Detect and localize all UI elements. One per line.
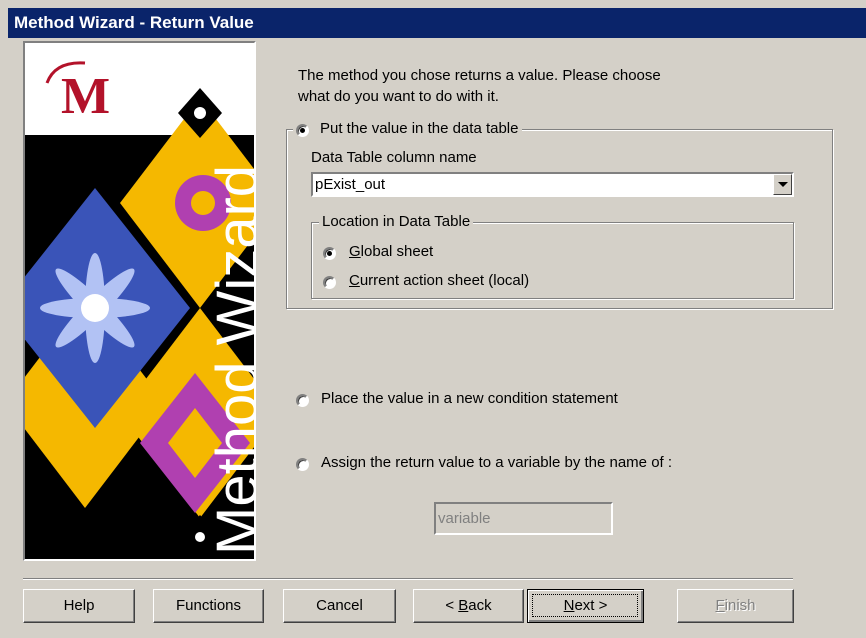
cancel-button[interactable]: Cancel	[283, 589, 396, 623]
current-sheet-label: Current action sheet (local)	[349, 272, 530, 289]
logo-icon: M	[61, 68, 110, 125]
put-in-table-option[interactable]: Put the value in the data table	[293, 120, 523, 137]
current-sheet-option[interactable]: Current action sheet (local)	[323, 272, 529, 289]
global-sheet-option[interactable]: Global sheet	[323, 243, 433, 260]
variable-placeholder: variable	[438, 510, 491, 527]
global-sheet-label: Global sheet	[349, 243, 434, 260]
column-name-combobox[interactable]: pExist_out	[311, 172, 794, 197]
window-title: Method Wizard - Return Value	[14, 13, 254, 32]
title-bar[interactable]: Method Wizard - Return Value	[8, 8, 866, 38]
back-button[interactable]: < Back	[413, 589, 524, 623]
intro-text-line2: what do you want to do with it.	[298, 88, 499, 105]
assign-radio[interactable]	[296, 458, 309, 471]
finish-button[interactable]: Finish	[677, 589, 794, 623]
put-in-table-label: Put the value in the data table	[320, 120, 519, 137]
help-button[interactable]: Help	[23, 589, 135, 623]
assign-label: Assign the return value to a variable by…	[321, 454, 673, 471]
condition-label: Place the value in a new condition state…	[321, 390, 618, 407]
put-in-table-radio[interactable]	[296, 124, 309, 137]
next-button[interactable]: Next >	[527, 589, 644, 623]
condition-option[interactable]: Place the value in a new condition state…	[296, 390, 618, 407]
condition-radio[interactable]	[296, 394, 309, 407]
global-sheet-radio[interactable]	[323, 247, 336, 260]
chevron-down-icon[interactable]	[773, 174, 792, 195]
current-sheet-radio[interactable]	[323, 276, 336, 289]
variable-name-input[interactable]: variable	[434, 502, 613, 535]
column-name-label: Data Table column name	[311, 149, 477, 166]
button-separator	[23, 578, 793, 580]
column-name-value: pExist_out	[315, 176, 386, 193]
wizard-vertical-text: Method Wizard	[205, 165, 254, 555]
intro-text-line1: The method you chose returns a value. Pl…	[298, 67, 661, 84]
functions-button[interactable]: Functions	[153, 589, 264, 623]
assign-option[interactable]: Assign the return value to a variable by…	[296, 454, 672, 471]
location-group-title: Location in Data Table	[319, 213, 474, 230]
wizard-banner-image: M Method Wizard	[25, 43, 254, 559]
wizard-graphic: M Method Wizard	[23, 41, 256, 561]
